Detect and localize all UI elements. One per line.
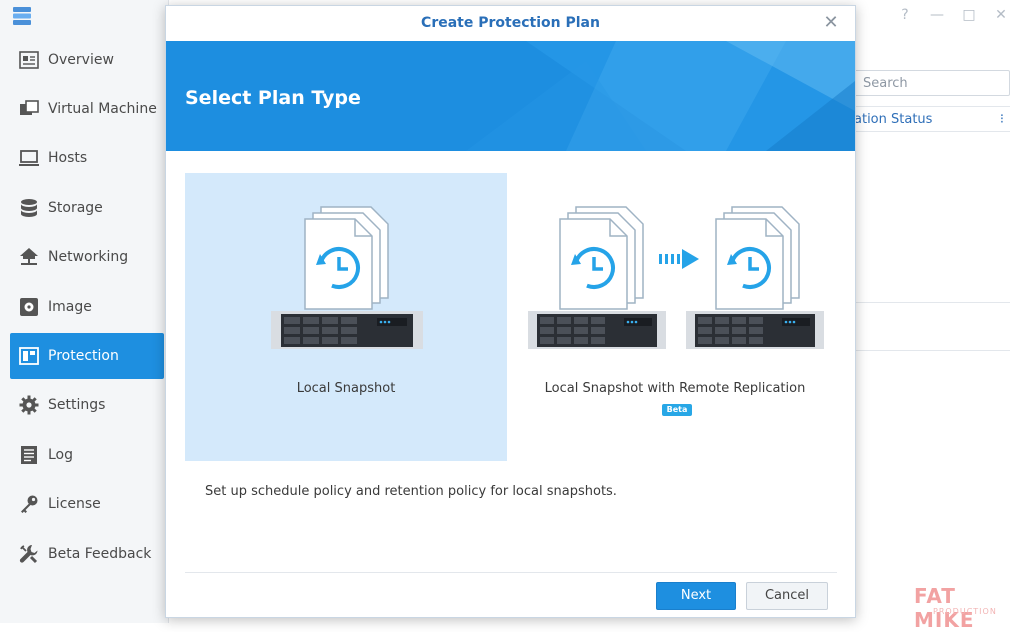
column-header-replication-status[interactable]: ation Status ⁝ xyxy=(854,106,1010,132)
sidebar-item-label: Protection xyxy=(48,348,119,364)
dialog-banner: Select Plan Type xyxy=(166,41,855,151)
log-icon xyxy=(18,444,40,466)
sidebar-item-log[interactable]: Log xyxy=(10,432,164,478)
divider xyxy=(854,350,1010,351)
sidebar-item-settings[interactable]: Settings xyxy=(10,382,164,428)
beta-badge: Beta xyxy=(662,404,692,416)
cancel-button[interactable]: Cancel xyxy=(746,582,828,610)
storage-icon xyxy=(18,197,40,219)
wrench-icon xyxy=(18,543,40,565)
close-icon[interactable]: ✕ xyxy=(821,12,841,33)
sidebar: Overview Virtual Machine Hosts Storage N… xyxy=(0,0,169,623)
sidebar-item-license[interactable]: License xyxy=(10,481,164,527)
search-input[interactable]: Search xyxy=(854,70,1010,96)
plan-option-label: Local Snapshot with Remote Replication xyxy=(544,381,806,396)
maximize-icon[interactable]: □ xyxy=(960,6,978,24)
sidebar-item-label: Storage xyxy=(48,200,103,216)
sidebar-item-storage[interactable]: Storage xyxy=(10,185,164,231)
sidebar-item-networking[interactable]: Networking xyxy=(10,234,164,280)
sidebar-item-label: Settings xyxy=(48,397,106,413)
column-menu-icon[interactable]: ⁝ xyxy=(1000,112,1004,127)
banner-title: Select Plan Type xyxy=(185,87,361,109)
sidebar-item-label: Overview xyxy=(48,52,114,68)
divider xyxy=(854,302,1010,303)
sidebar-item-label: Networking xyxy=(48,249,129,265)
help-icon[interactable]: ? xyxy=(896,6,914,24)
sidebar-item-image[interactable]: Image xyxy=(10,284,164,330)
plan-option-remote-replication[interactable]: Local Snapshot with Remote Replication xyxy=(514,173,836,461)
remote-replication-illustration xyxy=(528,206,824,349)
column-header-label: ation Status xyxy=(854,112,933,127)
overview-icon xyxy=(18,49,40,71)
key-icon xyxy=(18,493,40,515)
image-icon xyxy=(18,296,40,318)
plan-option-label: Local Snapshot xyxy=(296,381,396,396)
sidebar-item-label: Hosts xyxy=(48,150,88,166)
plan-option-local-snapshot[interactable]: Local Snapshot xyxy=(185,173,507,461)
minimize-icon[interactable]: — xyxy=(928,6,946,24)
sidebar-item-virtual-machine[interactable]: Virtual Machine xyxy=(10,86,164,132)
plan-description: Set up schedule policy and retention pol… xyxy=(205,484,617,499)
networking-icon xyxy=(18,246,40,268)
local-snapshot-illustration xyxy=(271,206,423,349)
virtual-machine-manager-app-icon xyxy=(13,7,31,25)
sidebar-item-label: Beta Feedback xyxy=(48,546,152,562)
sidebar-item-overview[interactable]: Overview xyxy=(10,37,164,83)
gear-icon xyxy=(18,394,40,416)
dialog-title: Create Protection Plan xyxy=(421,15,600,31)
close-window-icon[interactable]: ✕ xyxy=(992,6,1010,24)
divider xyxy=(185,572,837,573)
window-controls: ? — □ ✕ xyxy=(896,6,1010,24)
sidebar-item-label: License xyxy=(48,496,101,512)
sidebar-item-label: Image xyxy=(48,299,92,315)
next-button[interactable]: Next xyxy=(656,582,736,610)
watermark-subtext: PRODUCTION xyxy=(933,607,997,616)
hosts-icon xyxy=(18,147,40,169)
create-protection-plan-dialog: Create Protection Plan ✕ Select Plan Typ… xyxy=(165,5,856,618)
virtual-machine-icon xyxy=(18,98,40,120)
sidebar-item-protection[interactable]: Protection xyxy=(10,333,164,379)
sidebar-item-label: Log xyxy=(48,447,74,463)
sidebar-item-beta-feedback[interactable]: Beta Feedback xyxy=(10,531,164,577)
sidebar-item-label: Virtual Machine xyxy=(48,101,157,117)
sidebar-item-hosts[interactable]: Hosts xyxy=(10,135,164,181)
protection-icon xyxy=(18,345,40,367)
